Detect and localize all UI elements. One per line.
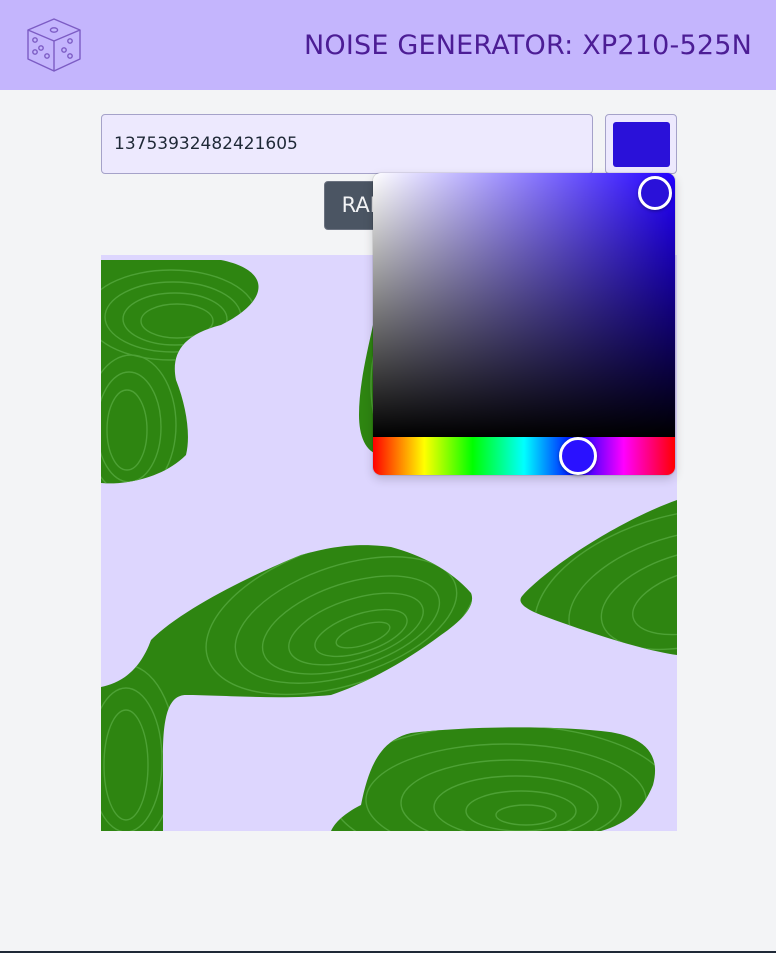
app-title: NOISE GENERATOR: XP210-525N (303, 30, 752, 61)
seed-input[interactable] (101, 114, 593, 174)
color-picker-button[interactable] (605, 114, 677, 174)
hue-handle-icon[interactable] (559, 437, 597, 475)
app-header: NOISE GENERATOR: XP210-525N (0, 0, 776, 90)
hue-slider[interactable] (373, 437, 675, 475)
color-swatch (613, 122, 670, 167)
color-picker-popover (373, 173, 675, 475)
saturation-area[interactable] (373, 173, 675, 437)
dice-icon[interactable] (24, 16, 84, 74)
saturation-handle-icon[interactable] (638, 176, 672, 210)
